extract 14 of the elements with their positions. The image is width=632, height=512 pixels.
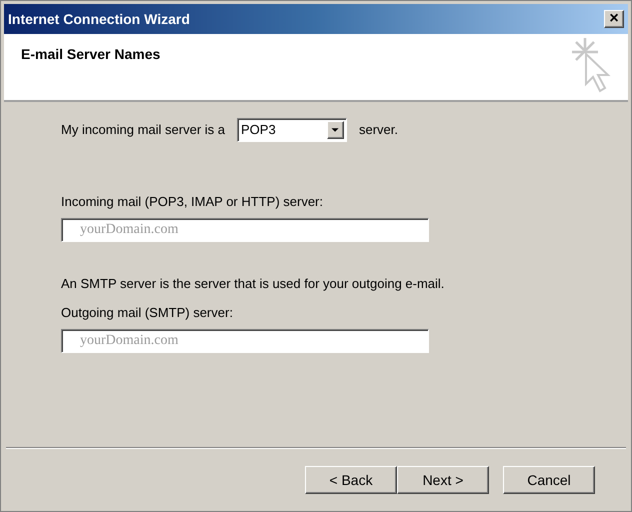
wizard-button[interactable]: < Back <box>305 466 397 494</box>
outgoing-server-field[interactable]: yourDomain.com <box>61 328 429 352</box>
window-title: Internet Connection Wizard <box>8 10 190 28</box>
server-type-label: My incoming mail server is a <box>61 121 225 140</box>
page-title: E-mail Server Names <box>21 45 160 64</box>
field-label: Incoming mail (POP3, IMAP or HTTP) server: <box>61 193 324 211</box>
wizard-button[interactable]: Next > <box>397 466 489 494</box>
close-button[interactable]: × <box>604 10 624 28</box>
wizard-button[interactable]: Cancel <box>503 466 595 494</box>
smtp-note: An SMTP server is the server that is used for your outgoing e-mail. <box>61 274 446 293</box>
incoming-server-field[interactable]: yourDomain.com <box>61 218 429 242</box>
server-suffix-label: server. <box>359 121 398 140</box>
server-type-dropdown[interactable]: POP3 <box>237 118 347 142</box>
field-label: Outgoing mail (SMTP) server: <box>61 304 234 322</box>
